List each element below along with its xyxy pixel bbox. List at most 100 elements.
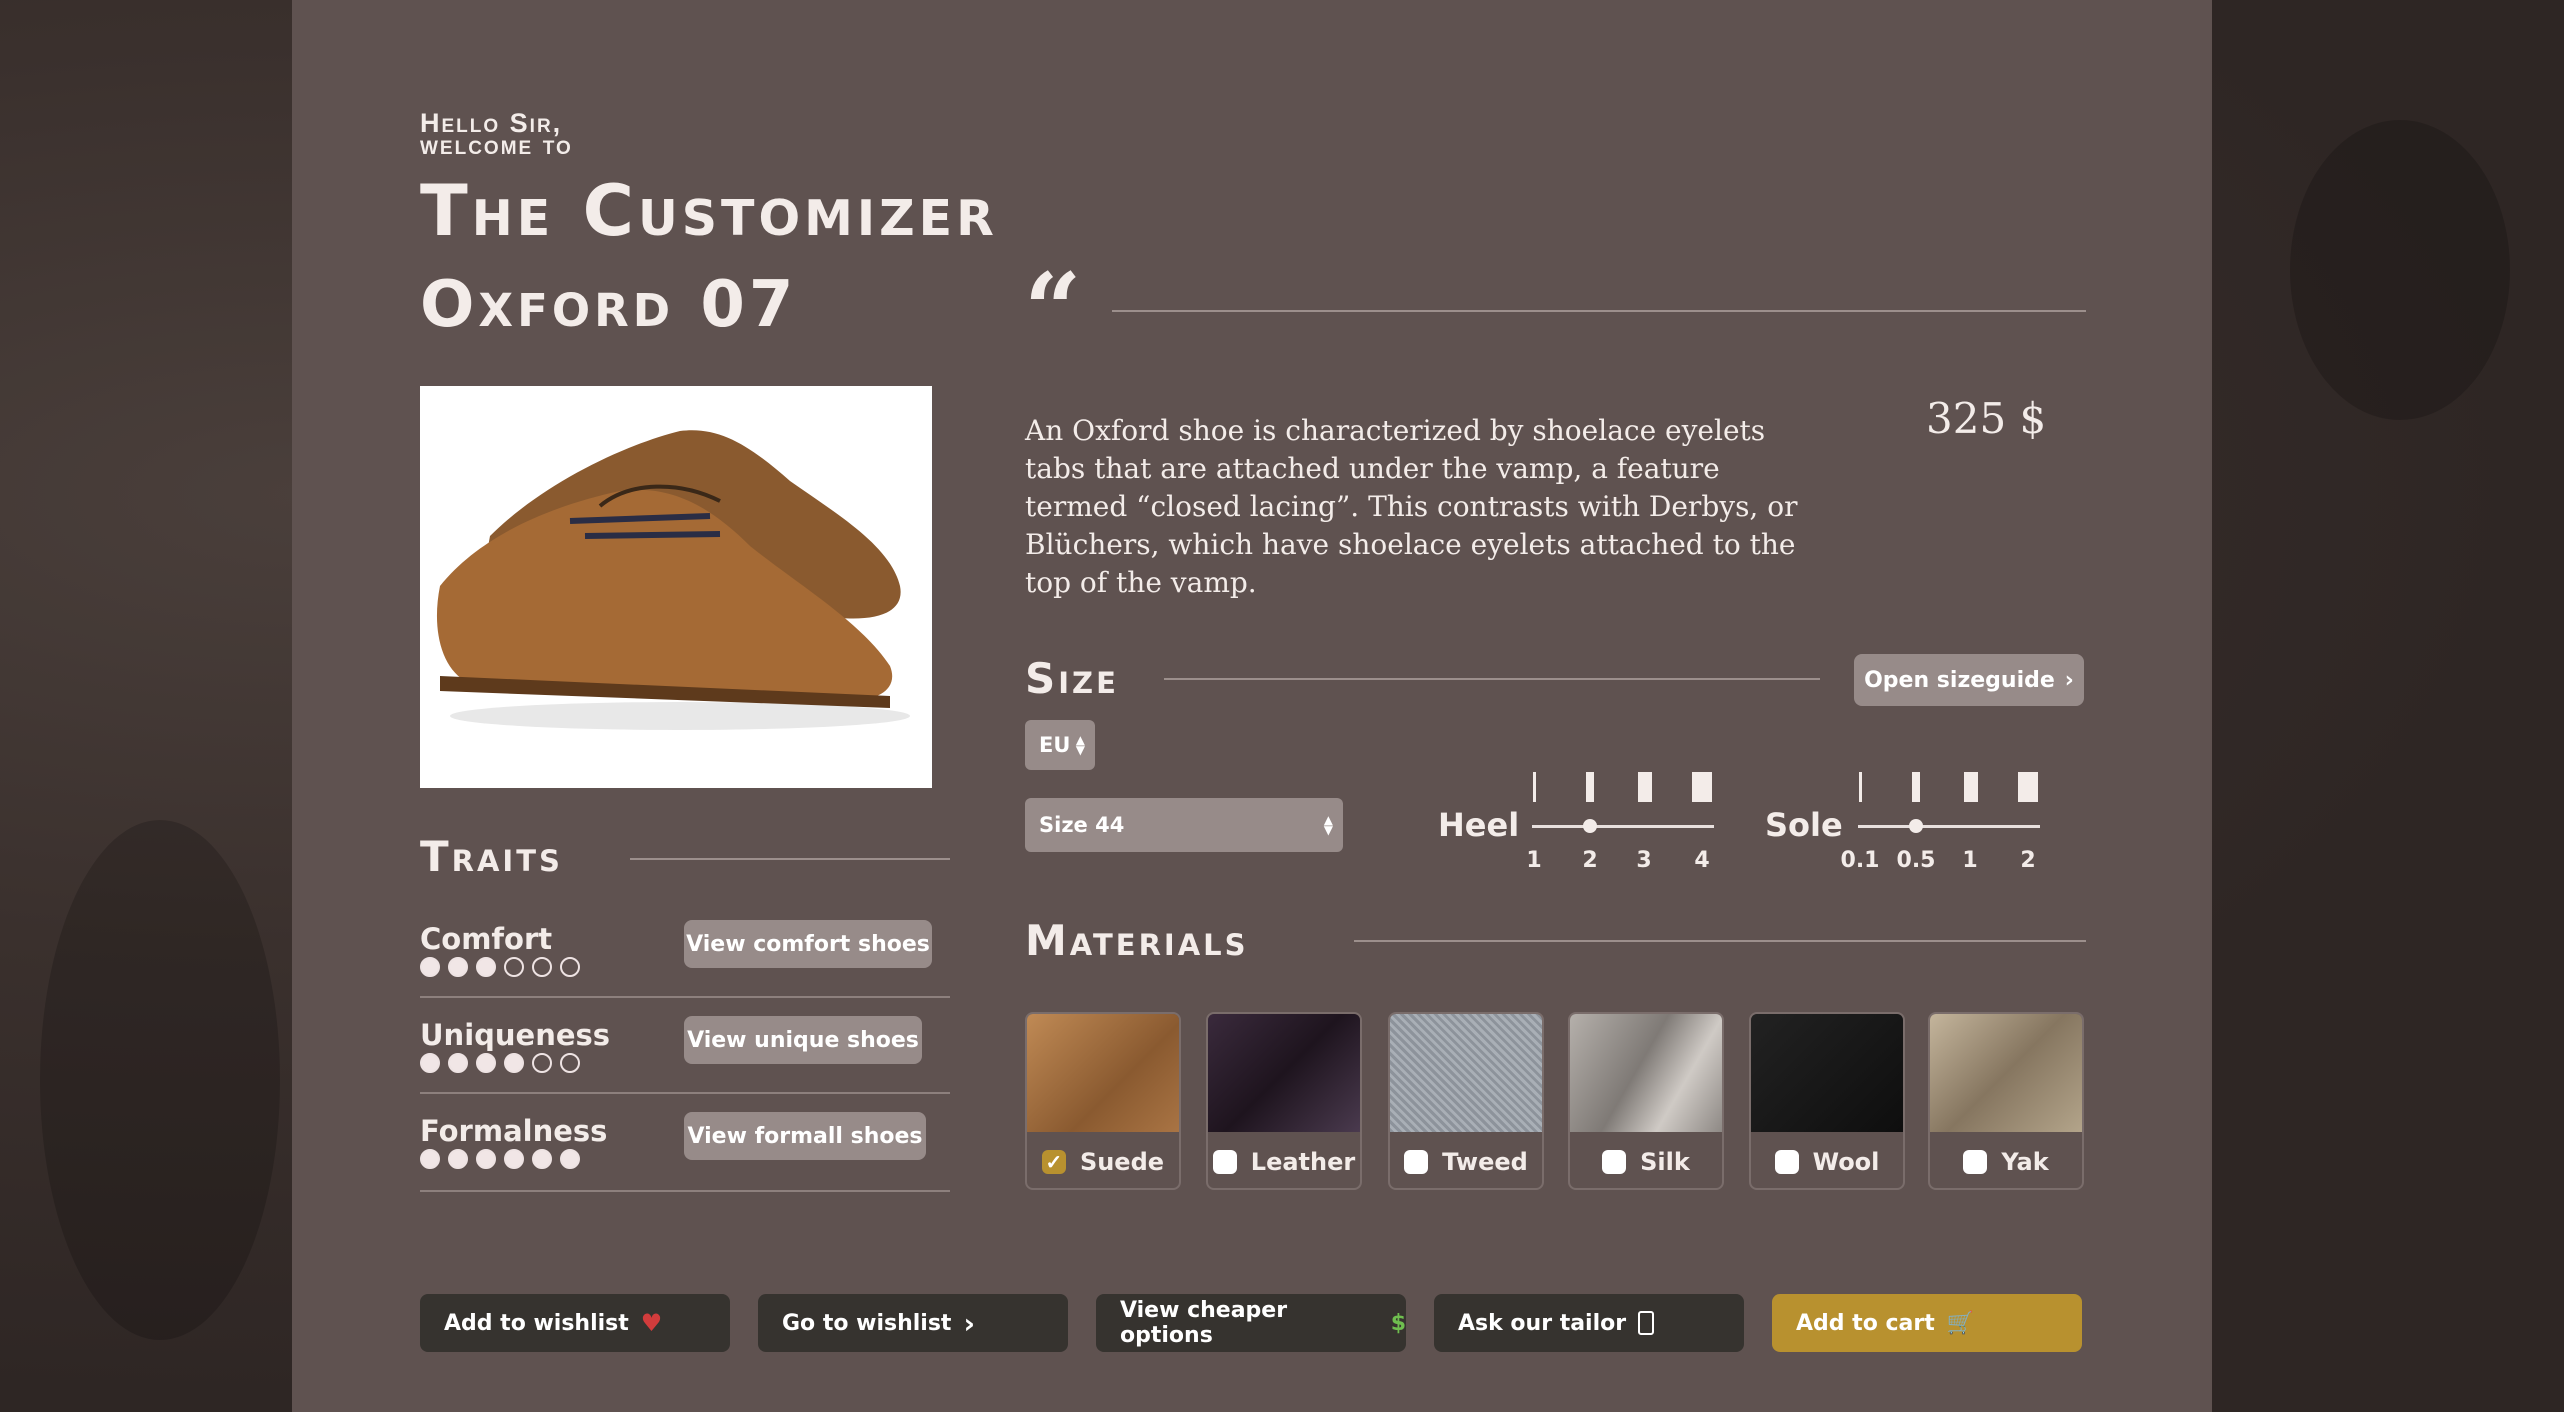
size-value: Size 44: [1039, 813, 1125, 837]
cart-icon: 🛒: [1946, 1310, 1975, 1336]
rating-dot: [504, 1149, 524, 1169]
traits-rule: [630, 858, 950, 860]
sole-slider-thumb[interactable]: [1909, 819, 1923, 833]
phone-icon: [1638, 1311, 1655, 1335]
rating-dot: [532, 957, 552, 977]
rating-dot: [448, 1053, 468, 1073]
greeting-line-2: welcome to: [420, 130, 573, 160]
background-decoration: [40, 820, 280, 1340]
material-label: Leather: [1250, 1148, 1356, 1176]
rating-dot: [560, 957, 580, 977]
product-image: [420, 386, 932, 788]
heel-slider-track[interactable]: [1532, 825, 1714, 828]
add-to-wishlist-button[interactable]: Add to wishlist ♥: [420, 1294, 730, 1352]
trait-name-uniqueness: Uniqueness: [420, 1018, 611, 1052]
sole-tick: [2018, 772, 2038, 802]
sole-tick-label: 2: [2020, 848, 2036, 873]
checkbox[interactable]: [1774, 1150, 1799, 1174]
heel-tick-label: 1: [1526, 848, 1542, 873]
rating-dot: [448, 957, 468, 977]
material-yak[interactable]: Yak: [1928, 1012, 2084, 1190]
chevron-right-icon: ›: [2064, 667, 2074, 693]
checkbox[interactable]: [1602, 1150, 1627, 1174]
check-icon[interactable]: ✓: [1041, 1150, 1066, 1174]
open-sizeguide-button[interactable]: Open sizeguide ›: [1854, 654, 2084, 706]
traits-heading: Traits: [420, 832, 563, 881]
size-heading: Size: [1025, 654, 1119, 703]
heel-slider-thumb[interactable]: [1583, 819, 1597, 833]
material-swatch: [1570, 1014, 1722, 1132]
product-price: 325 $: [1926, 394, 2047, 443]
chevron-right-icon: ›: [963, 1306, 975, 1340]
rating-dot: [420, 1149, 440, 1169]
size-select[interactable]: Size 44 ▲ ▼: [1025, 798, 1343, 852]
materials-heading: Materials: [1025, 916, 1249, 965]
material-swatch: [1390, 1014, 1542, 1132]
trait-divider: [420, 1190, 950, 1192]
material-silk[interactable]: Silk: [1568, 1012, 1724, 1190]
add-to-cart-button[interactable]: Add to cart 🛒: [1772, 1294, 2082, 1352]
checkbox[interactable]: [1212, 1150, 1237, 1174]
material-swatch: [1027, 1014, 1179, 1132]
heel-tick-label: 4: [1694, 848, 1710, 873]
oxford-shoe-illustration: [436, 430, 910, 730]
view-cheaper-options-button[interactable]: View cheaper options $: [1096, 1294, 1406, 1352]
trait-name-formalness: Formalness: [420, 1114, 608, 1148]
size-unit-select[interactable]: EU ▲ ▼: [1025, 720, 1095, 770]
size-rule: [1164, 678, 1820, 680]
rating-dot: [420, 957, 440, 977]
material-swatch: [1208, 1014, 1360, 1132]
ask-our-tailor-label: Ask our tailor: [1458, 1310, 1627, 1336]
view-cheaper-options-label: View cheaper options: [1120, 1298, 1288, 1348]
trait-divider: [420, 996, 950, 998]
heel-tick-label: 3: [1636, 848, 1652, 873]
go-to-wishlist-label: Go to wishlist: [782, 1310, 952, 1336]
materials-rule: [1354, 940, 2086, 942]
trait-divider: [420, 1092, 950, 1094]
trait-name-comfort: Comfort: [420, 922, 553, 956]
material-label: Yak: [2001, 1148, 2049, 1176]
greeting: Hello Sir, welcome to: [420, 110, 573, 160]
product-description: An Oxford shoe is characterized by shoel…: [1025, 414, 1798, 599]
customizer-panel: Hello Sir, welcome to The Customizer Oxf…: [292, 0, 2212, 1412]
rating-dot: [476, 1149, 496, 1169]
material-label: Wool: [1812, 1148, 1880, 1176]
material-leather[interactable]: Leather: [1206, 1012, 1362, 1190]
add-to-cart-label: Add to cart: [1796, 1310, 1935, 1336]
go-to-wishlist-button[interactable]: Go to wishlist ›: [758, 1294, 1068, 1352]
trait-rating-formalness: [420, 1149, 580, 1169]
view-unique-shoes-button[interactable]: View unique shoes: [684, 1016, 922, 1064]
heel-tick: [1692, 772, 1712, 802]
rating-dot: [504, 957, 524, 977]
material-label: Silk: [1640, 1148, 1690, 1176]
checkbox[interactable]: [1963, 1150, 1988, 1174]
material-wool[interactable]: Wool: [1749, 1012, 1905, 1190]
heel-tick-label: 2: [1582, 848, 1598, 873]
heel-tick: [1586, 772, 1594, 802]
rating-dot: [532, 1149, 552, 1169]
dollar-icon: $: [1390, 1310, 1406, 1336]
sole-tick-label: 0.1: [1840, 848, 1880, 873]
quote-mark-icon: “: [1024, 251, 1082, 369]
size-unit-value: EU: [1039, 733, 1071, 757]
view-formall-shoes-button[interactable]: View formall shoes: [684, 1112, 926, 1160]
sole-slider-track[interactable]: [1858, 825, 2040, 828]
background-decoration: [2290, 120, 2510, 420]
select-arrows-icon: ▲ ▼: [1323, 813, 1333, 837]
sole-tick: [1912, 772, 1920, 802]
rating-dot: [560, 1053, 580, 1073]
checkbox[interactable]: [1404, 1150, 1429, 1174]
page-title: The Customizer: [420, 170, 998, 252]
material-label: Tweed: [1442, 1148, 1528, 1176]
ask-our-tailor-button[interactable]: Ask our tailor: [1434, 1294, 1744, 1352]
material-swatch: [1751, 1014, 1903, 1132]
material-suede[interactable]: ✓ Suede: [1025, 1012, 1181, 1190]
heel-tick: [1638, 772, 1652, 802]
rating-dot: [560, 1149, 580, 1169]
view-comfort-shoes-button[interactable]: View comfort shoes: [684, 920, 932, 968]
sole-tick: [1964, 772, 1978, 802]
rating-dot: [532, 1053, 552, 1073]
heel-label: Heel: [1438, 806, 1520, 844]
add-to-wishlist-label: Add to wishlist: [444, 1310, 629, 1336]
material-tweed[interactable]: Tweed: [1388, 1012, 1544, 1190]
